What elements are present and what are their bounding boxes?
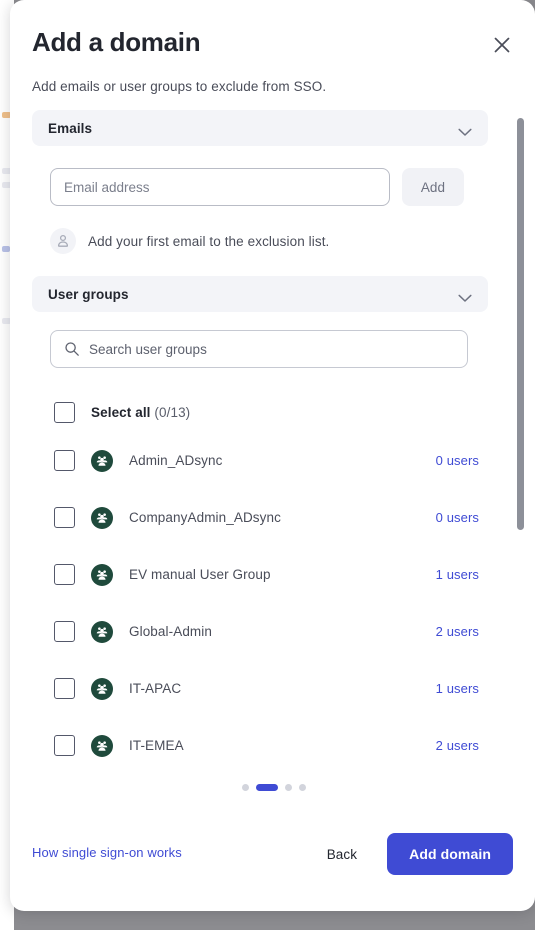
group-checkbox[interactable] bbox=[54, 450, 75, 471]
user-group-icon bbox=[91, 563, 113, 586]
back-button[interactable]: Back bbox=[313, 837, 371, 872]
pagination-dot-active[interactable] bbox=[255, 783, 278, 791]
list-item[interactable]: Admin_ADsync 0 users bbox=[50, 432, 515, 489]
group-user-count[interactable]: 0 users bbox=[436, 510, 515, 525]
group-user-count[interactable]: 1 users bbox=[436, 567, 515, 582]
user-groups-panel: Select all (0/13) Admin_ bbox=[32, 312, 515, 774]
email-input[interactable] bbox=[50, 168, 390, 206]
section-user-groups-label: User groups bbox=[48, 286, 129, 302]
modal-body: Emails Add Add your bbox=[10, 110, 535, 800]
scrollbar[interactable] bbox=[517, 118, 524, 780]
user-group-icon bbox=[91, 734, 113, 757]
group-user-count[interactable]: 2 users bbox=[436, 738, 515, 753]
group-name: IT-APAC bbox=[129, 681, 182, 696]
group-name: EV manual User Group bbox=[129, 567, 271, 582]
select-all-checkbox[interactable] bbox=[54, 401, 75, 423]
modal-header: Add a domain Add emails or user groups t… bbox=[10, 0, 535, 96]
scrollbar-thumb[interactable] bbox=[517, 118, 524, 530]
group-user-count[interactable]: 2 users bbox=[436, 624, 515, 639]
group-name: IT-EMEA bbox=[129, 738, 184, 753]
group-name: CompanyAdmin_ADsync bbox=[129, 510, 281, 525]
select-all-text: Select all bbox=[91, 404, 151, 420]
section-user-groups-header[interactable]: User groups bbox=[32, 276, 488, 312]
modal-subtitle: Add emails or user groups to exclude fro… bbox=[32, 79, 327, 94]
list-item[interactable]: EV manual User Group 1 users bbox=[50, 546, 515, 603]
section-emails-label: Emails bbox=[48, 120, 93, 136]
email-entry-row: Add bbox=[50, 168, 515, 206]
emails-empty-text: Add your first email to the exclusion li… bbox=[88, 233, 330, 249]
search-user-groups-wrapper bbox=[50, 330, 468, 368]
add-email-button[interactable]: Add bbox=[402, 168, 464, 206]
group-checkbox[interactable] bbox=[54, 678, 75, 699]
close-icon[interactable] bbox=[489, 32, 515, 58]
chevron-down-icon bbox=[458, 290, 472, 302]
group-name: Global-Admin bbox=[129, 624, 212, 639]
search-input[interactable] bbox=[50, 330, 468, 368]
add-domain-modal: Add a domain Add emails or user groups t… bbox=[10, 0, 535, 911]
select-all-row[interactable]: Select all (0/13) bbox=[50, 392, 515, 432]
list-item[interactable]: CompanyAdmin_ADsync 0 users bbox=[50, 489, 515, 546]
modal-footer: How single sign-on works Back Add domain bbox=[10, 815, 535, 911]
select-all-label: Select all (0/13) bbox=[91, 405, 190, 420]
pagination-dot[interactable] bbox=[298, 783, 306, 791]
group-checkbox[interactable] bbox=[54, 735, 75, 756]
group-checkbox[interactable] bbox=[54, 507, 75, 528]
chevron-down-icon bbox=[458, 124, 472, 136]
add-domain-button[interactable]: Add domain bbox=[387, 833, 513, 875]
select-all-count: (0/13) bbox=[154, 404, 191, 420]
user-group-icon bbox=[91, 449, 113, 472]
group-user-count[interactable]: 1 users bbox=[436, 681, 515, 696]
person-icon bbox=[50, 228, 76, 254]
list-item[interactable]: IT-APAC 1 users bbox=[50, 660, 515, 717]
page-title: Add a domain bbox=[32, 27, 201, 57]
group-checkbox[interactable] bbox=[54, 564, 75, 585]
list-item[interactable]: IT-EMEA 2 users bbox=[50, 717, 515, 774]
pagination-dots bbox=[32, 776, 515, 798]
pagination-dot[interactable] bbox=[284, 783, 292, 791]
pagination-dot[interactable] bbox=[241, 783, 249, 791]
user-group-icon bbox=[91, 506, 113, 529]
emails-panel: Add Add your first email to the exclusio… bbox=[32, 146, 515, 254]
group-user-count[interactable]: 0 users bbox=[436, 453, 515, 468]
how-sso-works-link[interactable]: How single sign-on works bbox=[32, 833, 182, 873]
emails-empty-state: Add your first email to the exclusion li… bbox=[50, 228, 515, 254]
search-icon bbox=[64, 341, 80, 357]
list-item[interactable]: Global-Admin 2 users bbox=[50, 603, 515, 660]
group-checkbox[interactable] bbox=[54, 621, 75, 642]
section-emails-header[interactable]: Emails bbox=[32, 110, 488, 146]
footer-actions: Back Add domain bbox=[313, 833, 513, 875]
user-group-icon bbox=[91, 677, 113, 700]
group-name: Admin_ADsync bbox=[129, 453, 223, 468]
user-group-icon bbox=[91, 620, 113, 643]
